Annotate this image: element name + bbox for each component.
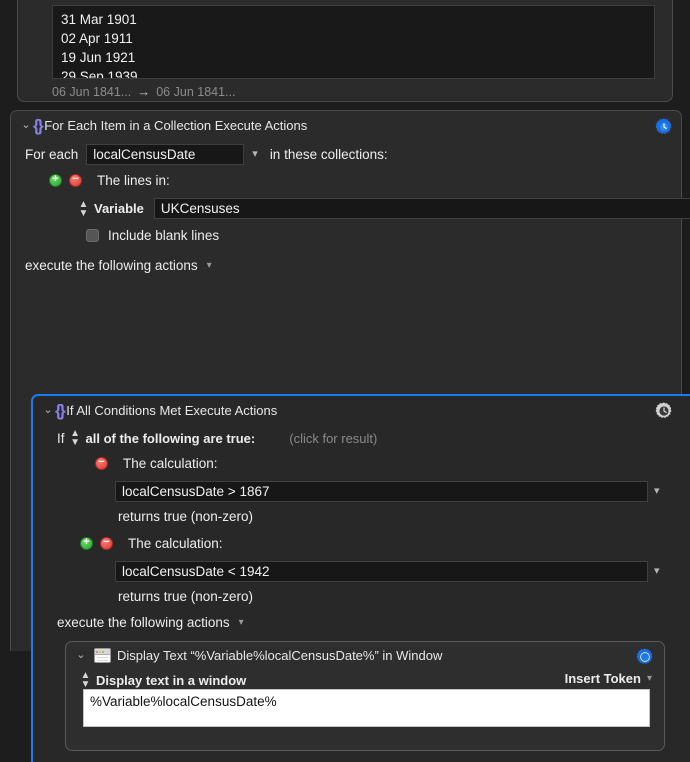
gear-clock-icon[interactable] — [653, 400, 675, 422]
include-blank-lines-row[interactable]: Include blank lines — [86, 228, 219, 243]
condition-1-result-label: returns true (non-zero) — [118, 509, 253, 524]
condition-2-value-row: localCensusDate < 1942 ▾ — [115, 561, 660, 582]
gear-icon[interactable] — [634, 646, 656, 668]
condition-2-label: The calculation: — [128, 536, 223, 551]
include-blank-lines-label: Include blank lines — [108, 228, 219, 243]
source-type-label[interactable]: Variable — [94, 201, 144, 216]
if-condition-mode-row: If ▲▼ all of the following are true: (cl… — [57, 429, 377, 447]
add-collection-button[interactable]: + — [49, 174, 62, 187]
insert-token-row[interactable]: Insert Token ▾ — [565, 671, 652, 686]
condition-mode-stepper-icon[interactable]: ▲▼ — [71, 429, 80, 447]
condition-1-label: The calculation: — [123, 456, 218, 471]
for-each-title: For Each Item in a Collection Execute Ac… — [44, 118, 307, 133]
for-each-variable-value: localCensusDate — [93, 147, 195, 162]
if-label: If — [57, 431, 65, 446]
disclosure-triangle-icon[interactable]: ⌄ — [74, 650, 88, 661]
source-variable-value: UKCensuses — [161, 201, 240, 216]
variable-source-row: ▲▼ Variable UKCensuses ▾ — [79, 198, 690, 219]
condition-2-calculation-value: localCensusDate < 1942 — [122, 564, 269, 579]
previous-action-text-field[interactable]: 31 Mar 1901 02 Apr 1911 19 Jun 1921 29 S… — [52, 5, 655, 79]
in-collections-label: in these collections: — [270, 147, 388, 162]
display-text-title: Display Text “%Variable%localCensusDate%… — [117, 648, 442, 663]
braces-icon: {} — [33, 117, 44, 134]
footer-source-text: 06 Jun 1841... — [52, 85, 131, 99]
display-mode-stepper-icon[interactable]: ▲▼ — [81, 671, 90, 689]
for-each-action-block[interactable]: ⌄ {} For Each Item in a Collection Execu… — [10, 110, 682, 651]
execute-following-label: execute the following actions — [57, 615, 230, 630]
if-execute-row[interactable]: execute the following actions ▾ — [57, 615, 244, 630]
display-text-input[interactable]: %Variable%localCensusDate% — [83, 689, 650, 727]
text-line: 31 Mar 1901 — [61, 10, 646, 29]
remove-condition-button[interactable]: − — [100, 537, 113, 550]
display-text-action-block[interactable]: ⌄ Display Text “%Variable%localCensusDat… — [65, 641, 665, 751]
remove-condition-button[interactable]: − — [95, 457, 108, 470]
include-blank-lines-checkbox[interactable] — [86, 229, 99, 242]
condition-2-header-row: + − The calculation: — [80, 536, 223, 551]
remove-collection-button[interactable]: − — [69, 174, 82, 187]
if-title: If All Conditions Met Execute Actions — [66, 403, 277, 418]
condition-2-calculation-field[interactable]: localCensusDate < 1942 — [115, 561, 648, 582]
previous-action-footer: 06 Jun 1841... → 06 Jun 1841... — [52, 84, 235, 99]
condition-2-result-row: returns true (non-zero) — [118, 589, 253, 604]
gear-clock-icon[interactable] — [653, 116, 675, 138]
if-title-row[interactable]: ⌄ {} If All Conditions Met Execute Actio… — [41, 402, 277, 419]
lines-in-label: The lines in: — [97, 173, 170, 188]
collection-source-row: + − The lines in: — [49, 173, 170, 188]
display-text-title-row[interactable]: ⌄ Display Text “%Variable%localCensusDat… — [74, 648, 442, 663]
condition-mode-label[interactable]: all of the following are true: — [86, 431, 256, 446]
display-text-value: %Variable%localCensusDate% — [90, 694, 277, 709]
disclosure-triangle-icon[interactable]: ⌄ — [19, 120, 33, 131]
window-icon — [94, 648, 111, 663]
condition-2-result-label: returns true (non-zero) — [118, 589, 253, 604]
condition-1-calculation-value: localCensusDate > 1867 — [122, 484, 269, 499]
display-mode-row: ▲▼ Display text in a window — [81, 671, 246, 689]
arrow-right-icon: → — [137, 84, 150, 99]
text-line: 29 Sep 1939 — [61, 67, 646, 79]
for-each-variable-row: For each localCensusDate ▾ in these coll… — [25, 144, 388, 165]
chevron-down-icon[interactable]: ▾ — [647, 673, 652, 684]
chevron-down-icon[interactable]: ▾ — [207, 260, 212, 271]
insert-token-label: Insert Token — [565, 671, 641, 686]
source-variable-field[interactable]: UKCensuses — [154, 198, 690, 219]
braces-icon: {} — [55, 402, 66, 419]
condition-1-header-row: − The calculation: — [95, 456, 218, 471]
for-each-label: For each — [25, 147, 78, 162]
for-each-variable-field[interactable]: localCensusDate — [86, 144, 244, 165]
text-line: 19 Jun 1921 — [61, 48, 646, 67]
chevron-down-icon[interactable]: ▾ — [654, 566, 660, 577]
chevron-down-icon[interactable]: ▾ — [654, 486, 660, 497]
condition-1-result-row: returns true (non-zero) — [118, 509, 253, 524]
chevron-down-icon[interactable]: ▾ — [252, 149, 258, 160]
chevron-down-icon[interactable]: ▾ — [239, 617, 244, 628]
click-for-result-label[interactable]: (click for result) — [289, 431, 377, 446]
for-each-title-row[interactable]: ⌄ {} For Each Item in a Collection Execu… — [19, 117, 307, 134]
condition-1-value-row: localCensusDate > 1867 ▾ — [115, 481, 660, 502]
display-mode-label[interactable]: Display text in a window — [96, 673, 246, 688]
previous-action-block[interactable]: 31 Mar 1901 02 Apr 1911 19 Jun 1921 29 S… — [17, 0, 673, 102]
add-condition-button[interactable]: + — [80, 537, 93, 550]
text-line: 02 Apr 1911 — [61, 29, 646, 48]
disclosure-triangle-icon[interactable]: ⌄ — [41, 405, 55, 416]
footer-target-text: 06 Jun 1841... — [156, 85, 235, 99]
condition-1-calculation-field[interactable]: localCensusDate > 1867 — [115, 481, 648, 502]
for-each-execute-row[interactable]: execute the following actions ▾ — [25, 258, 212, 273]
keyboard-maestro-action-editor: 31 Mar 1901 02 Apr 1911 19 Jun 1921 29 S… — [0, 0, 690, 651]
if-action-block[interactable]: ⌄ {} If All Conditions Met Execute Actio… — [31, 394, 690, 762]
source-type-stepper-icon[interactable]: ▲▼ — [79, 200, 88, 218]
execute-following-label: execute the following actions — [25, 258, 198, 273]
